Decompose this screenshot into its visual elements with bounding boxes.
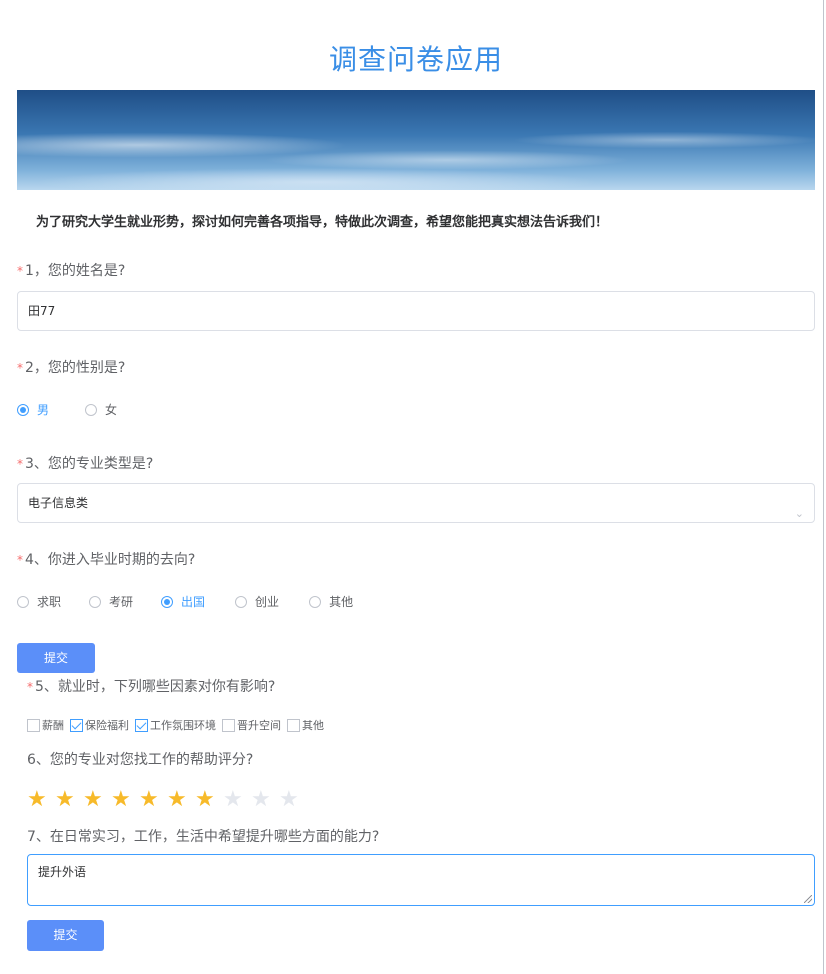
checkbox-box[interactable] — [27, 718, 40, 732]
star-icon[interactable]: ★ — [27, 788, 55, 812]
chevron-down-icon[interactable]: ⌄ — [795, 495, 804, 533]
question-2-label: * 2，您的性别是? — [17, 360, 126, 376]
required-mark: * — [17, 553, 23, 567]
radio-circle[interactable] — [309, 595, 322, 608]
question-4-label: * 4、你进入毕业时期的去向? — [17, 552, 196, 568]
star-icon[interactable]: ★ — [83, 788, 111, 812]
checkbox-box[interactable] — [135, 718, 148, 732]
question-6-label: 6、您的专业对您找工作的帮助评分? — [27, 752, 254, 768]
factor-checkbox-insurance[interactable]: 保险福利 — [70, 717, 129, 733]
page-title: 调查问卷应用 — [328, 43, 503, 76]
submit-button-bottom[interactable]: 提交 — [27, 920, 104, 951]
submit-button[interactable]: 提交 — [17, 643, 95, 673]
star-icon[interactable]: ★ — [139, 788, 167, 812]
factors-checkbox-group: 薪酬 保险福利 工作氛围环境 晋升空间 其他 — [27, 717, 330, 733]
gender-radio-group: 男 女 — [17, 401, 143, 418]
star-icon[interactable]: ★ — [111, 788, 139, 812]
resize-handle[interactable] — [804, 895, 812, 903]
ability-textarea-value: 提升外语 — [38, 865, 87, 879]
gender-radio-female[interactable]: 女 — [85, 401, 117, 418]
star-icon[interactable]: ★ — [223, 788, 251, 812]
window-right-border — [823, 0, 824, 974]
star-icon[interactable]: ★ — [167, 788, 195, 812]
required-mark: * — [27, 680, 33, 694]
destination-radio-startup[interactable]: 创业 — [235, 593, 279, 610]
question-1-label: * 1，您的姓名是? — [17, 263, 126, 279]
required-mark: * — [17, 264, 23, 278]
destination-radio-job[interactable]: 求职 — [17, 593, 61, 610]
checkbox-box[interactable] — [287, 718, 300, 732]
star-icon[interactable]: ★ — [55, 788, 83, 812]
star-icon[interactable]: ★ — [195, 788, 223, 812]
question-7-label: 7、在日常实习，工作，生活中希望提升哪些方面的能力? — [27, 829, 380, 845]
gender-radio-male[interactable]: 男 — [17, 401, 49, 418]
required-mark: * — [17, 361, 23, 375]
destination-radio-other[interactable]: 其他 — [309, 593, 353, 610]
radio-circle[interactable] — [17, 595, 29, 608]
question-5-label: * 5、就业时，下列哪些因素对你有影响? — [27, 679, 276, 695]
rating-stars[interactable]: ★ ★ ★ ★ ★ ★ ★ ★ ★ ★ — [27, 788, 307, 812]
major-select-value: 电子信息类 — [28, 496, 89, 510]
name-input[interactable]: 田77 — [17, 291, 815, 331]
factor-checkbox-salary[interactable]: 薪酬 — [27, 717, 64, 733]
destination-radio-abroad[interactable]: 出国 — [161, 593, 205, 610]
radio-circle[interactable] — [17, 403, 29, 416]
factor-checkbox-promotion[interactable]: 晋升空间 — [222, 717, 281, 733]
ability-textarea[interactable]: 提升外语 — [27, 854, 815, 906]
radio-circle[interactable] — [85, 403, 98, 416]
required-mark: * — [17, 457, 23, 471]
radio-circle[interactable] — [161, 595, 174, 608]
checkbox-box[interactable] — [70, 718, 83, 732]
factor-checkbox-other[interactable]: 其他 — [287, 717, 324, 733]
star-icon[interactable]: ★ — [251, 788, 279, 812]
destination-radio-group: 求职 考研 出国 创业 其他 — [17, 593, 379, 610]
banner-image — [17, 90, 815, 190]
radio-circle[interactable] — [235, 595, 248, 608]
factor-checkbox-environment[interactable]: 工作氛围环境 — [135, 717, 216, 733]
question-3-label: * 3、您的专业类型是? — [17, 456, 154, 472]
radio-circle[interactable] — [89, 595, 102, 608]
intro-text: 为了研究大学生就业形势，探讨如何完善各项指导，特做此次调查，希望您能把真实想法告… — [36, 215, 609, 230]
star-icon[interactable]: ★ — [279, 788, 307, 812]
checkbox-box[interactable] — [222, 718, 235, 732]
destination-radio-postgrad[interactable]: 考研 — [89, 593, 133, 610]
major-select[interactable]: 电子信息类 ⌄ — [17, 483, 815, 523]
